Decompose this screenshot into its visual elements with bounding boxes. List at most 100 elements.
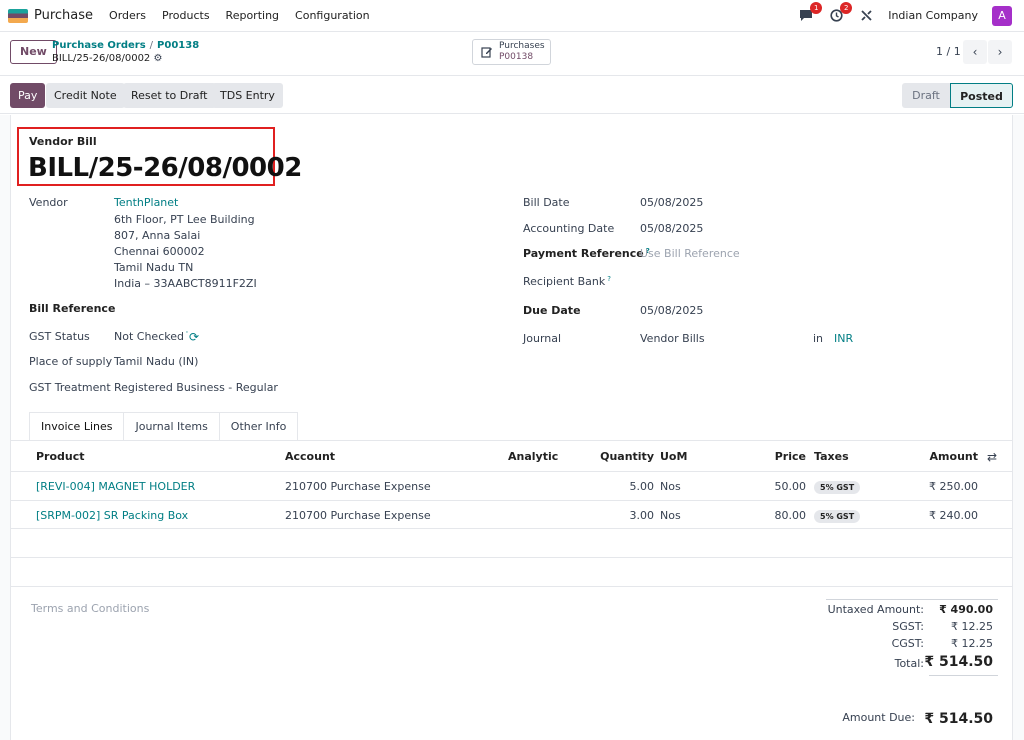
line-account[interactable]: 210700 Purchase Expense [285,509,431,522]
optional-columns-icon[interactable]: ⇄ [987,450,997,464]
pager-next-button[interactable]: › [988,40,1012,64]
company-switcher[interactable]: Indian Company [888,9,978,22]
new-button[interactable]: New [10,40,57,64]
help-icon[interactable]: ? [607,275,611,283]
line-tax-badge[interactable]: 5% GST [814,481,861,494]
line-product[interactable]: [REVI-004] MAGNET HOLDER [36,480,195,493]
tab-invoice-lines[interactable]: Invoice Lines [29,412,125,441]
total-divider [929,675,998,676]
payment-reference-label: Payment Reference? [523,247,650,260]
payment-reference-text: Payment Reference [523,247,644,260]
table-header-divider [11,471,1012,472]
tds-entry-button[interactable]: TDS Entry [212,83,283,108]
terms-and-conditions-field[interactable]: Terms and Conditions [31,602,149,615]
top-navbar: Purchase Orders Products Reporting Confi… [0,0,1024,32]
chevron-right-icon: › [997,45,1003,59]
messages-button[interactable]: 1 [798,1,823,24]
breadcrumb-separator: / [149,40,154,51]
line-quantity[interactable]: 3.00 [598,509,655,522]
gear-icon[interactable]: ⚙ [153,53,162,64]
place-of-supply-field[interactable]: Tamil Nadu (IN) [114,355,198,368]
activities-button[interactable]: 2 [828,1,853,24]
debug-tools-button[interactable] [858,8,874,24]
journal-field[interactable]: Vendor Bills [640,332,705,345]
status-draft[interactable]: Draft [902,83,950,108]
recipient-bank-text: Recipient Bank [523,275,606,288]
gst-treatment-field[interactable]: Registered Business - Regular [114,381,278,394]
total-label: Total: [894,657,924,670]
pager-value[interactable]: 1 / 1 [936,45,961,58]
line-price[interactable]: 50.00 [762,480,807,493]
gst-status-label: GST Status [29,330,90,343]
vendor-address-line: India – 33AABCT8911F2ZI [114,277,257,290]
tab-other-info[interactable]: Other Info [218,412,299,441]
gst-status-help: ' [185,330,188,338]
cgst-label: CGST: [891,637,924,650]
line-tax-badge[interactable]: 5% GST [814,510,861,523]
total-value: ₹ 514.50 [924,654,993,670]
due-date-field[interactable]: 05/08/2025 [640,304,703,317]
column-amount[interactable]: Amount [918,450,978,463]
notebook-tabs: Invoice Lines Journal Items Other Info [29,412,299,441]
menu-configuration[interactable]: Configuration [295,9,370,22]
breadcrumb-purchase-orders[interactable]: Purchase Orders [52,40,146,51]
line-amount: ₹ 240.00 [929,509,978,522]
accounting-date-label: Accounting Date [523,222,615,235]
breadcrumb-po[interactable]: P00138 [157,40,199,51]
column-uom[interactable]: UoM [660,450,687,463]
row-divider [11,557,1012,558]
control-panel: New Purchase Orders / P00138 BILL/25-26/08… [0,32,1024,76]
vendor-address-line: 807, Anna Salai [114,229,201,242]
column-product[interactable]: Product [36,450,85,463]
column-account[interactable]: Account [285,450,335,463]
line-quantity[interactable]: 5.00 [598,480,655,493]
app-name[interactable]: Purchase [34,8,93,23]
payment-reference-input[interactable]: Use Bill Reference [640,247,740,260]
line-account[interactable]: 210700 Purchase Expense [285,480,431,493]
smart-button-title: Purchases [499,41,545,51]
sgst-value: ₹ 12.25 [951,620,993,633]
bill-number-title: BILL/25-26/08/0002 [28,153,302,183]
line-amount: ₹ 250.00 [929,480,978,493]
pay-button[interactable]: Pay [10,83,46,108]
accounting-date-field[interactable]: 05/08/2025 [640,222,703,235]
breadcrumb: Purchase Orders / P00138 [52,40,199,51]
bill-reference-label: Bill Reference [29,302,116,315]
reset-to-draft-button[interactable]: Reset to Draft [123,83,216,108]
place-of-supply-label: Place of supply [29,355,113,368]
line-uom[interactable]: Nos [660,509,681,522]
status-posted[interactable]: Posted [950,83,1013,108]
sgst-label: SGST: [892,620,924,633]
menu-orders[interactable]: Orders [109,9,146,22]
bill-date-field[interactable]: 05/08/2025 [640,196,703,209]
credit-note-button[interactable]: Credit Note [46,83,125,108]
refresh-icon[interactable]: ⟳ [189,330,199,344]
recipient-bank-label: Recipient Bank? [523,275,611,288]
purchase-app-icon[interactable] [8,8,28,23]
menu-reporting[interactable]: Reporting [226,9,279,22]
column-quantity[interactable]: Quantity [598,450,654,463]
currency-field[interactable]: INR [834,332,853,345]
pager-previous-button[interactable]: ‹ [963,40,987,64]
menu-products[interactable]: Products [162,9,210,22]
record-name-line: BILL/25-26/08/0002 ⚙ [52,53,162,64]
line-uom[interactable]: Nos [660,480,681,493]
column-analytic[interactable]: Analytic [508,450,558,463]
activities-badge: 2 [840,1,853,14]
edit-icon [481,47,492,58]
line-product[interactable]: [SRPM-002] SR Packing Box [36,509,188,522]
tab-journal-items[interactable]: Journal Items [123,412,220,441]
row-divider [11,528,1012,529]
gst-status-text: Not Checked [114,330,184,343]
line-price[interactable]: 80.00 [762,509,807,522]
vendor-name[interactable]: TenthPlanet [114,196,178,209]
due-date-label: Due Date [523,304,581,317]
column-taxes[interactable]: Taxes [814,450,849,463]
row-divider [11,500,1012,501]
gst-status-value: Not Checked ' [114,330,188,343]
vendor-address-line: Chennai 600002 [114,245,205,258]
user-avatar[interactable]: A [992,5,1012,26]
purchases-smart-button[interactable]: Purchases P00138 [472,39,551,65]
row-divider [11,586,1012,587]
column-price[interactable]: Price [762,450,806,463]
